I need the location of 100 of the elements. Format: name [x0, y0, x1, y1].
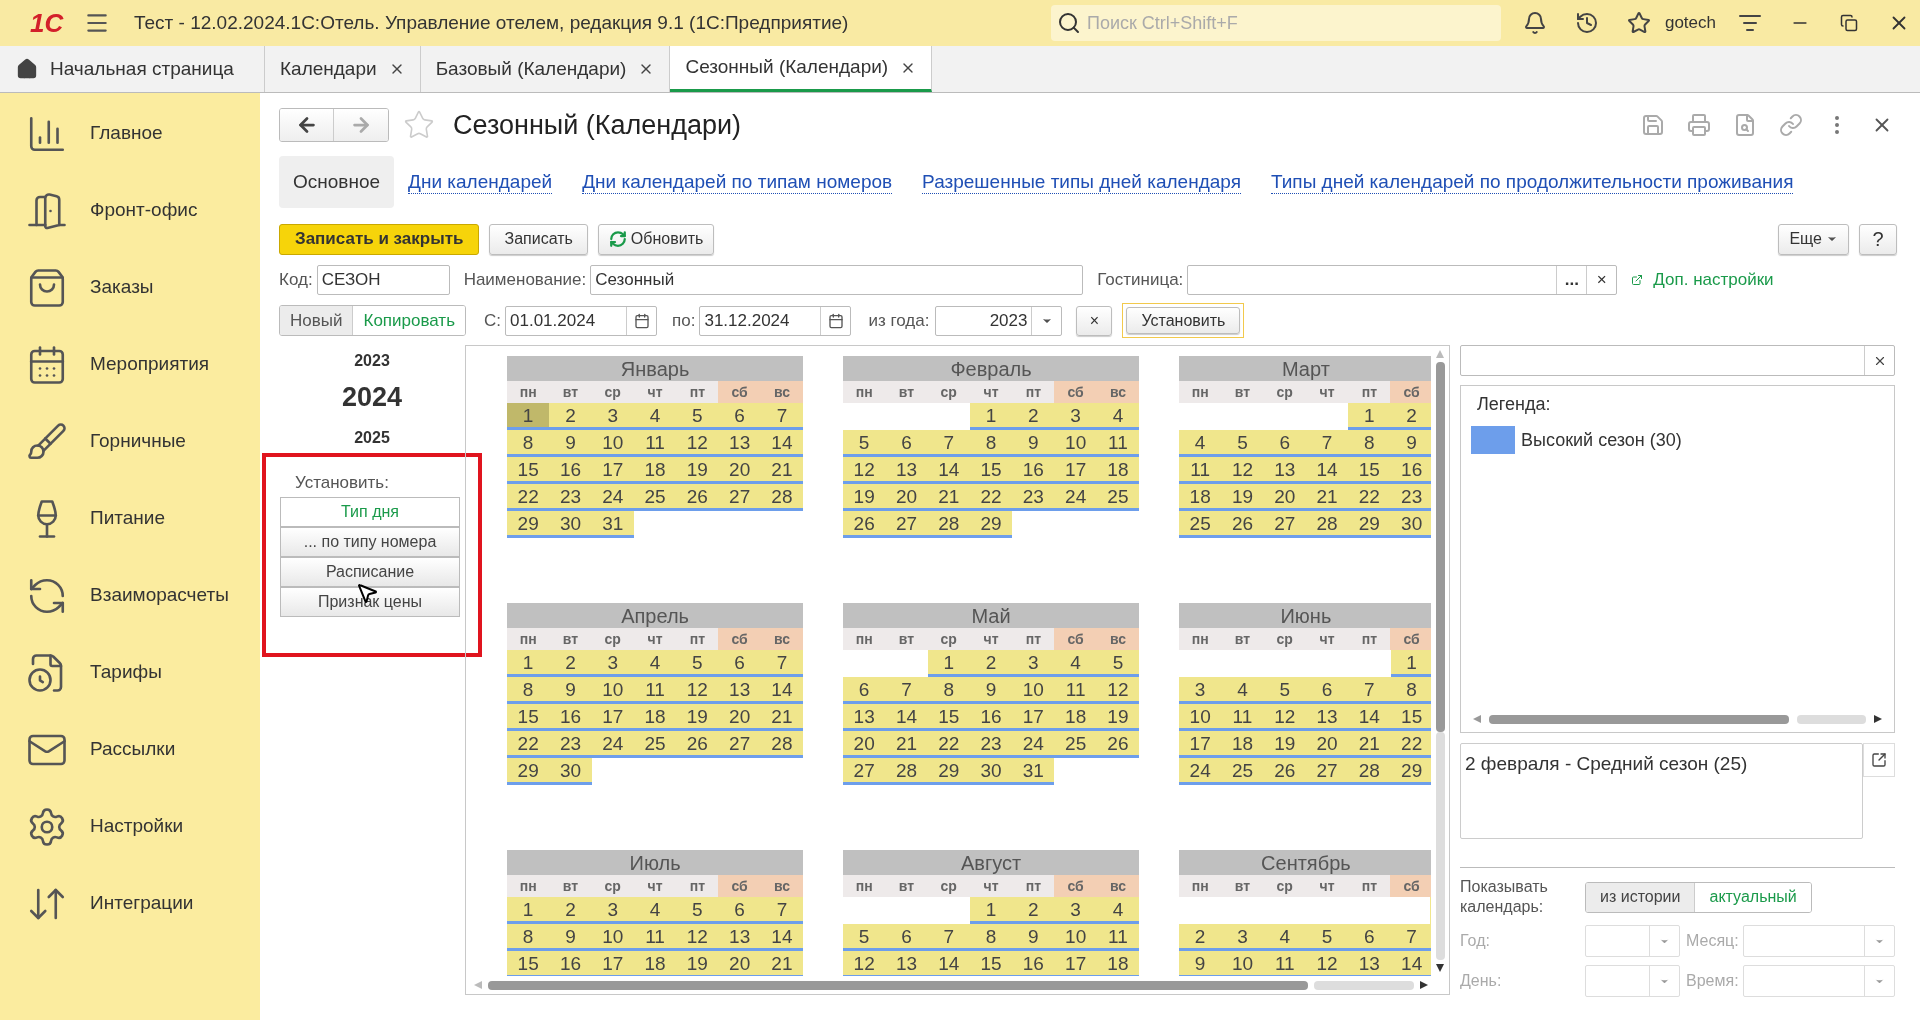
day-cell[interactable]: 13 — [843, 704, 886, 731]
day-cell[interactable]: 20 — [718, 951, 761, 976]
day-cell[interactable]: 21 — [760, 704, 804, 731]
sidebar-item[interactable]: Горничные — [0, 403, 260, 480]
day-cell[interactable]: 6 — [718, 897, 761, 924]
day-cell[interactable]: 12 — [676, 430, 719, 457]
more-button[interactable]: Еще — [1778, 223, 1849, 255]
day-cell[interactable]: 5 — [676, 403, 719, 430]
day-cell[interactable]: 7 — [760, 403, 804, 430]
day-cell[interactable]: 29 — [927, 758, 970, 785]
day-cell[interactable]: 17 — [1054, 457, 1097, 484]
day-cell[interactable]: 19 — [676, 951, 719, 976]
day-cell[interactable]: 22 — [1348, 484, 1391, 511]
day-cell[interactable]: 7 — [1348, 677, 1391, 704]
day-cell[interactable]: 5 — [843, 430, 886, 457]
day-cell[interactable]: 25 — [1221, 758, 1264, 785]
day-cell[interactable]: 13 — [885, 457, 928, 484]
day-cell[interactable]: 15 — [969, 951, 1013, 976]
day-cell[interactable]: 20 — [718, 704, 761, 731]
day-cell[interactable]: 14 — [885, 704, 928, 731]
set-option-button[interactable]: Расписание — [280, 557, 460, 587]
day-cell[interactable]: 15 — [927, 704, 970, 731]
day-cell[interactable]: 26 — [1263, 758, 1306, 785]
day-cell[interactable]: 18 — [1054, 704, 1097, 731]
day-cell[interactable]: 12 — [843, 951, 886, 976]
day-cell[interactable]: 11 — [633, 924, 677, 951]
day-cell[interactable]: 19 — [1096, 704, 1140, 731]
day-cell[interactable]: 2 — [969, 650, 1013, 677]
year-item[interactable]: 2023 — [354, 349, 390, 373]
day-cell[interactable]: 10 — [591, 677, 634, 704]
help-button[interactable]: ? — [1859, 223, 1897, 255]
day-cell[interactable]: 8 — [507, 924, 550, 951]
day-cell[interactable]: 20 — [718, 457, 761, 484]
day-cell[interactable]: 15 — [507, 457, 550, 484]
day-cell[interactable]: 16 — [1390, 457, 1431, 484]
day-cell[interactable]: 20 — [1305, 731, 1349, 758]
day-cell[interactable]: 5 — [1305, 924, 1349, 951]
save-icon[interactable] — [1641, 113, 1665, 137]
day-cell[interactable]: 3 — [1012, 650, 1055, 677]
day-cell[interactable]: 3 — [1054, 403, 1097, 430]
day-cell[interactable]: 1 — [927, 650, 970, 677]
show-toggle-option[interactable]: из истории — [1586, 882, 1695, 912]
day-cell[interactable]: 29 — [969, 511, 1013, 538]
day-cell[interactable]: 21 — [1305, 484, 1349, 511]
day-cell[interactable]: 13 — [1263, 457, 1306, 484]
scroll-down-icon[interactable] — [1436, 964, 1444, 972]
sidebar-item[interactable]: Питание — [0, 480, 260, 557]
printer-icon[interactable] — [1687, 113, 1711, 137]
day-cell[interactable]: 4 — [633, 403, 677, 430]
day-cell[interactable]: 19 — [1263, 731, 1306, 758]
day-cell[interactable]: 1 — [969, 897, 1013, 924]
day-cell[interactable]: 6 — [1348, 924, 1391, 951]
day-cell[interactable]: 9 — [1012, 924, 1055, 951]
day-cell[interactable]: 28 — [1305, 511, 1349, 538]
year-item[interactable]: 2024 — [341, 377, 403, 418]
day-cell[interactable]: 12 — [1221, 457, 1264, 484]
day-cell[interactable]: 21 — [760, 457, 804, 484]
scroll-up-icon[interactable] — [1436, 350, 1444, 358]
choose-button[interactable]: ... — [1556, 266, 1587, 294]
day-cell[interactable]: 28 — [885, 758, 928, 785]
day-cell[interactable]: 25 — [1054, 731, 1097, 758]
save-button[interactable]: Записать — [489, 223, 588, 255]
day-cell[interactable]: 18 — [1096, 951, 1140, 976]
sidebar-item[interactable]: Взаиморасчеты — [0, 557, 260, 634]
day-cell[interactable]: 1 — [507, 403, 550, 430]
day-cell[interactable]: 7 — [927, 924, 970, 951]
day-cell[interactable]: 24 — [591, 484, 634, 511]
day-cell[interactable]: 6 — [1263, 430, 1306, 457]
day-cell[interactable]: 4 — [633, 650, 677, 677]
mode-toggle-option[interactable]: Копировать — [352, 306, 466, 335]
sidebar-item[interactable]: Рассылки — [0, 711, 260, 788]
day-cell[interactable]: 16 — [1012, 457, 1055, 484]
day-cell[interactable]: 28 — [927, 511, 970, 538]
day-cell[interactable]: 2 — [549, 650, 592, 677]
day-cell[interactable]: 15 — [1348, 457, 1391, 484]
day-cell[interactable]: 10 — [1179, 704, 1222, 731]
document-tab[interactable]: Начальная страница — [0, 46, 265, 92]
day-cell[interactable]: 9 — [1390, 430, 1431, 457]
scrollbar-thumb[interactable] — [1489, 714, 1789, 724]
date-field[interactable]: 01.01.2024 — [505, 305, 658, 336]
day-cell[interactable]: 14 — [927, 951, 970, 976]
day-cell[interactable]: 13 — [718, 430, 761, 457]
day-cell[interactable]: 26 — [1221, 511, 1264, 538]
back-button[interactable] — [280, 109, 334, 141]
day-cell[interactable]: 2 — [1012, 403, 1055, 430]
day-cell[interactable]: 17 — [591, 704, 634, 731]
day-cell[interactable]: 16 — [549, 704, 592, 731]
day-cell[interactable]: 10 — [1054, 924, 1097, 951]
day-cell[interactable]: 14 — [760, 430, 804, 457]
section-tab[interactable]: Разрешенные типы дней календаря — [922, 170, 1241, 194]
day-cell[interactable]: 12 — [1305, 951, 1349, 976]
apply-button[interactable]: Установить — [1126, 307, 1241, 334]
day-cell[interactable]: 19 — [676, 704, 719, 731]
day-cell[interactable]: 25 — [633, 731, 677, 758]
sidebar-item[interactable]: Главное — [0, 95, 260, 172]
day-cell[interactable]: 27 — [843, 758, 886, 785]
day-cell[interactable]: 9 — [549, 924, 592, 951]
bell-icon[interactable] — [1522, 11, 1547, 35]
day-cell[interactable]: 4 — [1263, 924, 1306, 951]
link-icon[interactable] — [1779, 113, 1803, 137]
